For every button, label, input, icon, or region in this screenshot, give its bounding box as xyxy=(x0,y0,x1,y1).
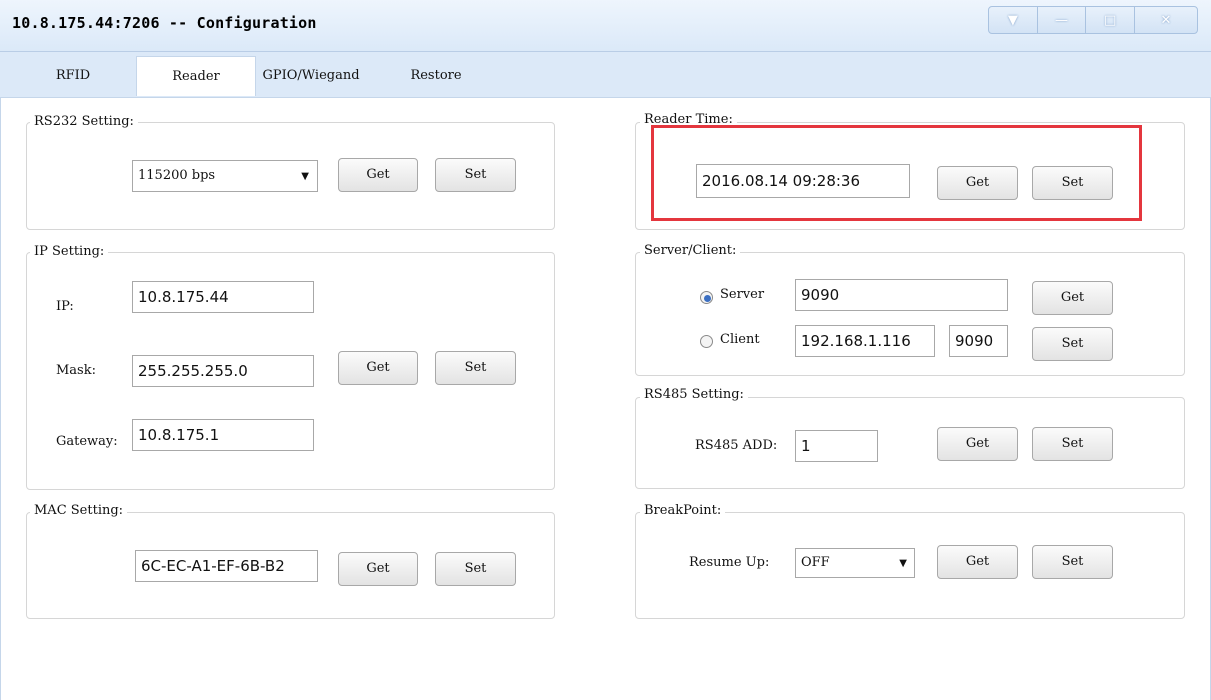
rs232-title: RS232 Setting: xyxy=(30,114,138,130)
rs485-title: RS485 Setting: xyxy=(640,387,748,403)
ip-title: IP Setting: xyxy=(30,244,109,260)
server-label: Server xyxy=(720,287,765,302)
close-button[interactable]: ✕ xyxy=(1135,7,1197,33)
resume-up-select[interactable]: OFF ▼ xyxy=(795,548,915,578)
server-client-get-button[interactable]: Get xyxy=(1032,281,1113,315)
resume-up-value: OFF xyxy=(801,555,830,570)
rs485-get-button[interactable]: Get xyxy=(937,427,1018,461)
client-label: Client xyxy=(720,332,760,347)
server-port-input[interactable]: 9090 xyxy=(795,279,1008,311)
ip-label: IP: xyxy=(56,299,74,314)
mac-set-button[interactable]: Set xyxy=(435,552,516,586)
mask-label: Mask: xyxy=(56,363,96,378)
maximize-icon: □ xyxy=(1104,12,1117,28)
gateway-input[interactable]: 10.8.175.1 xyxy=(132,419,314,451)
maximize-button[interactable]: □ xyxy=(1086,7,1136,33)
tab-rfid[interactable]: RFID xyxy=(38,56,108,96)
rs485-add-input[interactable]: 1 xyxy=(795,430,878,462)
baud-rate-select[interactable]: 115200 bps ▼ xyxy=(132,160,318,192)
minimize-icon: — xyxy=(1055,12,1068,28)
rs485-set-button[interactable]: Set xyxy=(1032,427,1113,461)
minimize-to-tray-button[interactable]: ▼ xyxy=(989,7,1038,33)
client-radio[interactable] xyxy=(700,335,713,348)
chevron-down-icon: ▼ xyxy=(899,558,907,569)
close-icon: ✕ xyxy=(1160,12,1172,28)
resume-up-label: Resume Up: xyxy=(689,555,770,570)
breakpoint-set-button[interactable]: Set xyxy=(1032,545,1113,579)
tab-restore[interactable]: Restore xyxy=(394,56,478,96)
ip-get-button[interactable]: Get xyxy=(338,351,418,385)
breakpoint-get-button[interactable]: Get xyxy=(937,545,1018,579)
highlight-annotation xyxy=(651,125,1142,221)
tab-gpio-wiegand[interactable]: GPIO/Wiegand xyxy=(256,56,366,96)
server-client-title: Server/Client: xyxy=(640,243,741,259)
window-controls: ▼ — □ ✕ xyxy=(988,6,1198,34)
server-radio[interactable] xyxy=(700,291,713,304)
server-client-set-button[interactable]: Set xyxy=(1032,327,1113,361)
rs232-get-button[interactable]: Get xyxy=(338,158,418,192)
client-ip-input[interactable]: 192.168.1.116 xyxy=(795,325,935,357)
client-port-input[interactable]: 9090 xyxy=(949,325,1008,357)
mac-input[interactable]: 6C-EC-A1-EF-6B-B2 xyxy=(135,550,318,582)
minimize-button[interactable]: — xyxy=(1038,7,1087,33)
gateway-label: Gateway: xyxy=(56,434,118,449)
mac-get-button[interactable]: Get xyxy=(338,552,418,586)
breakpoint-title: BreakPoint: xyxy=(640,503,726,519)
baud-rate-value: 115200 bps xyxy=(138,168,216,183)
ip-input[interactable]: 10.8.175.44 xyxy=(132,281,314,313)
mask-input[interactable]: 255.255.255.0 xyxy=(132,355,314,387)
ip-set-button[interactable]: Set xyxy=(435,351,516,385)
minimize-to-tray-icon: ▼ xyxy=(1007,12,1018,28)
rs485-add-label: RS485 ADD: xyxy=(695,438,778,453)
rs232-set-button[interactable]: Set xyxy=(435,158,516,192)
tab-reader[interactable]: Reader xyxy=(136,56,256,96)
chevron-down-icon: ▼ xyxy=(301,171,309,182)
mac-title: MAC Setting: xyxy=(30,503,128,519)
window-title: 10.8.175.44:7206 -- Configuration xyxy=(12,14,317,32)
